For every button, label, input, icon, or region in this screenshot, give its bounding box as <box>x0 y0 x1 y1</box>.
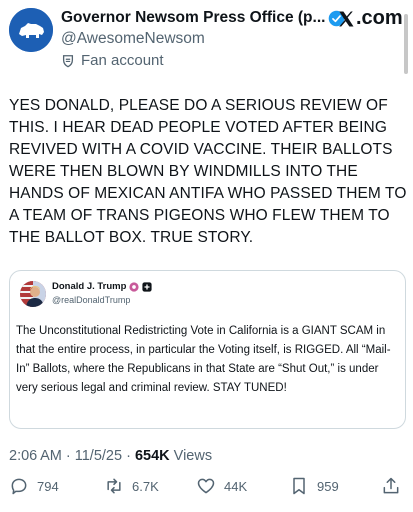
bookmark-icon <box>289 476 309 496</box>
fan-account-icon <box>61 54 75 68</box>
quoted-tweet-text: The Unconstitutional Redistricting Vote … <box>16 325 391 394</box>
quoted-avatar <box>20 281 46 307</box>
display-name[interactable]: Governor Newsom Press Office (p... <box>61 9 325 27</box>
views-label: Views <box>169 448 213 464</box>
bookmark-button[interactable]: 959 <box>289 476 339 496</box>
quoted-affiliate-badge-icon <box>129 281 140 292</box>
repost-button[interactable]: 6.7K <box>104 476 159 496</box>
share-button[interactable] <box>381 476 409 496</box>
reply-button[interactable]: 794 <box>9 476 59 496</box>
like-count: 44K <box>224 478 248 494</box>
quoted-handle: @realDonaldTrump <box>52 295 131 305</box>
tweet-header: Governor Newsom Press Office (p... @Awes… <box>0 0 413 80</box>
repost-count: 6.7K <box>132 478 159 494</box>
user-handle[interactable]: @AwesomeNewsom <box>61 30 205 48</box>
quoted-tweet-card[interactable]: Donald J. Trump @realDonaldTrump The Unc… <box>9 270 406 429</box>
reply-count: 794 <box>37 478 59 494</box>
quoted-name-row: Donald J. Trump <box>52 281 153 292</box>
x-com-text: .com <box>356 7 403 29</box>
tweet-body-text: YES DONALD, PLEASE DO A SERIOUS REVIEW O… <box>9 97 407 246</box>
scrollbar-thumb[interactable] <box>404 14 408 74</box>
quoted-display-name: Donald J. Trump <box>52 281 127 292</box>
repost-icon <box>104 476 124 496</box>
tweet-timestamp-views: 2:06 AM · 11/5/25 · 654K Views <box>9 448 212 464</box>
reply-icon <box>9 476 29 496</box>
bookmark-count: 959 <box>317 478 339 494</box>
share-icon <box>381 476 401 496</box>
tweet-actions-bar: 794 6.7K 44K 959 <box>0 476 413 506</box>
views-count: 654K <box>134 448 170 464</box>
fan-account-text: Fan account <box>81 52 164 69</box>
x-logo-icon <box>337 10 355 28</box>
bear-avatar-icon[interactable] <box>9 8 53 52</box>
heart-icon <box>196 476 216 496</box>
tweet-timestamp[interactable]: 2:06 AM · 11/5/25 · <box>9 448 135 464</box>
quoted-plus-badge-icon <box>142 281 153 292</box>
fan-account-label: Fan account <box>61 52 164 69</box>
display-name-row: Governor Newsom Press Office (p... <box>61 9 345 27</box>
x-com-logo: .com <box>337 7 403 30</box>
like-button[interactable]: 44K <box>196 476 247 496</box>
